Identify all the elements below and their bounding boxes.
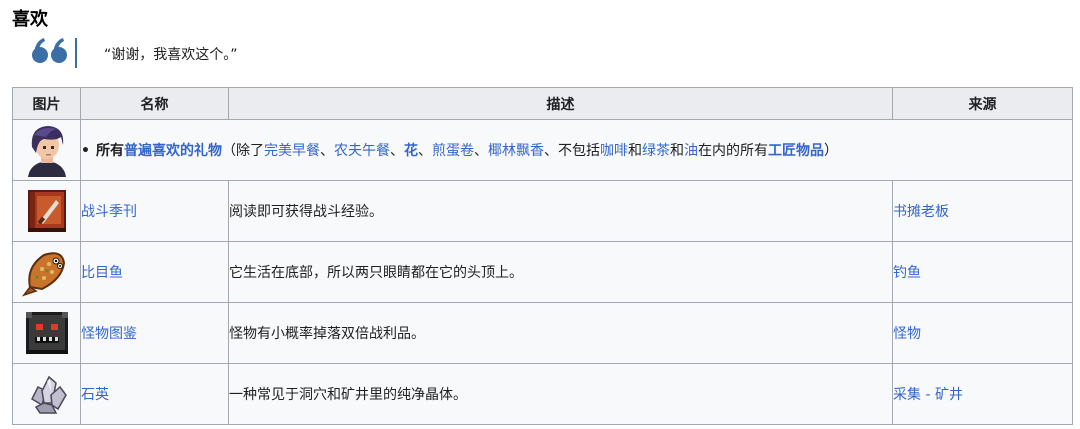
header-name: 名称 [80, 87, 229, 120]
item-source-link[interactable]: 书摊老板 [893, 204, 949, 220]
header-source: 来源 [892, 87, 1073, 120]
table-row: 石英 一种常见于洞穴和矿井里的纯净晶体。 采集 - 矿井 [12, 363, 1073, 425]
combat-quarterly-book-icon [27, 190, 66, 232]
item-image-cell [12, 363, 81, 425]
item-source-cell: 采集 - 矿井 [892, 363, 1073, 425]
universal-gifts-cell: • 所有普遍喜欢的礼物（除了完美早餐、农夫午餐、花、煎蛋卷、椰林飘香、不包括咖啡和… [80, 119, 1073, 181]
exclude-text: 、不包括 [543, 143, 600, 159]
open-text: （除了 [221, 143, 264, 159]
header-description: 描述 [228, 87, 893, 120]
quartz-crystal-icon [30, 375, 67, 414]
item-description: 一种常见于洞穴和矿井里的纯净晶体。 [228, 363, 893, 425]
quote-icon [32, 38, 67, 63]
item-image-cell [12, 302, 81, 364]
artisan-goods-link[interactable]: 工匠物品 [768, 143, 824, 159]
item-description: 怪物有小概率掉落双倍战利品。 [228, 302, 893, 364]
pina-colada-link[interactable]: 椰林飘香 [488, 143, 544, 159]
complete-breakfast-link[interactable]: 完美早餐 [264, 143, 320, 159]
item-image-cell [12, 241, 81, 303]
monster-compendium-icon [25, 312, 68, 354]
sebastian-portrait-icon [21, 123, 72, 177]
tail-text: 在内的所有 [697, 143, 768, 159]
page: 喜欢 “谢谢，我喜欢这个。” 图片 名称 描述 来源 • 所有普遍喜欢的礼物（除… [0, 0, 1080, 429]
omelet-link[interactable]: 煎蛋卷 [432, 143, 474, 159]
quote-divider [75, 38, 77, 68]
table-row: 战斗季刊 阅读即可获得战斗经验。 书摊老板 [12, 180, 1073, 242]
item-name-link[interactable]: 战斗季刊 [81, 204, 137, 220]
close-text: ） [823, 143, 838, 159]
item-name-cell: 怪物图鉴 [80, 302, 229, 364]
section-heading: 喜欢 [12, 9, 48, 30]
bullet: • [81, 143, 90, 159]
item-source-link[interactable]: 采集 - 矿井 [893, 387, 963, 403]
table-row: 怪物图鉴 怪物有小概率掉落双倍战利品。 怪物 [12, 302, 1073, 364]
item-name-link[interactable]: 石英 [81, 387, 109, 403]
flounder-fish-icon [21, 252, 65, 297]
item-description: 它生活在底部，所以两只眼睛都在它的头顶上。 [228, 241, 893, 303]
item-name-cell: 比目鱼 [80, 241, 229, 303]
item-source-link[interactable]: 怪物 [893, 326, 921, 342]
separator: 、 [319, 143, 334, 159]
item-source-link[interactable]: 钓鱼 [893, 265, 921, 281]
item-name-link[interactable]: 怪物图鉴 [81, 326, 137, 342]
farmers-lunch-link[interactable]: 农夫午餐 [334, 143, 390, 159]
item-description: 阅读即可获得战斗经验。 [228, 180, 893, 242]
table-header-row: 图片 名称 描述 来源 [12, 87, 1073, 120]
item-source-cell: 怪物 [892, 302, 1073, 364]
green-tea-link[interactable]: 绿茶 [642, 143, 670, 159]
loved-gifts-table: 图片 名称 描述 来源 • 所有普遍喜欢的礼物（除了完美早餐、农夫午餐、花、煎蛋… [12, 87, 1073, 425]
item-source-cell: 钓鱼 [892, 241, 1073, 303]
item-name-link[interactable]: 比目鱼 [81, 265, 123, 281]
item-name-cell: 石英 [80, 363, 229, 425]
table-row-universal: • 所有普遍喜欢的礼物（除了完美早餐、农夫午餐、花、煎蛋卷、椰林飘香、不包括咖啡和… [12, 119, 1073, 181]
flowers-link[interactable]: 花 [404, 143, 418, 159]
portrait-cell [12, 119, 81, 181]
item-image-cell [12, 180, 81, 242]
quote-text: “谢谢，我喜欢这个。” [104, 47, 238, 63]
universal-gifts-link[interactable]: 普遍喜欢的礼物 [124, 143, 222, 159]
table-row: 比目鱼 它生活在底部，所以两只眼睛都在它的头顶上。 钓鱼 [12, 241, 1073, 303]
and-text: 和 [669, 143, 684, 159]
all-label: 所有 [95, 143, 124, 159]
separator: 、 [389, 143, 404, 159]
item-source-cell: 书摊老板 [892, 180, 1073, 242]
and-text: 和 [627, 143, 642, 159]
separator: 、 [417, 143, 432, 159]
oil-link[interactable]: 油 [684, 143, 698, 159]
separator: 、 [473, 143, 488, 159]
header-image: 图片 [12, 87, 81, 120]
coffee-link[interactable]: 咖啡 [600, 143, 628, 159]
item-name-cell: 战斗季刊 [80, 180, 229, 242]
